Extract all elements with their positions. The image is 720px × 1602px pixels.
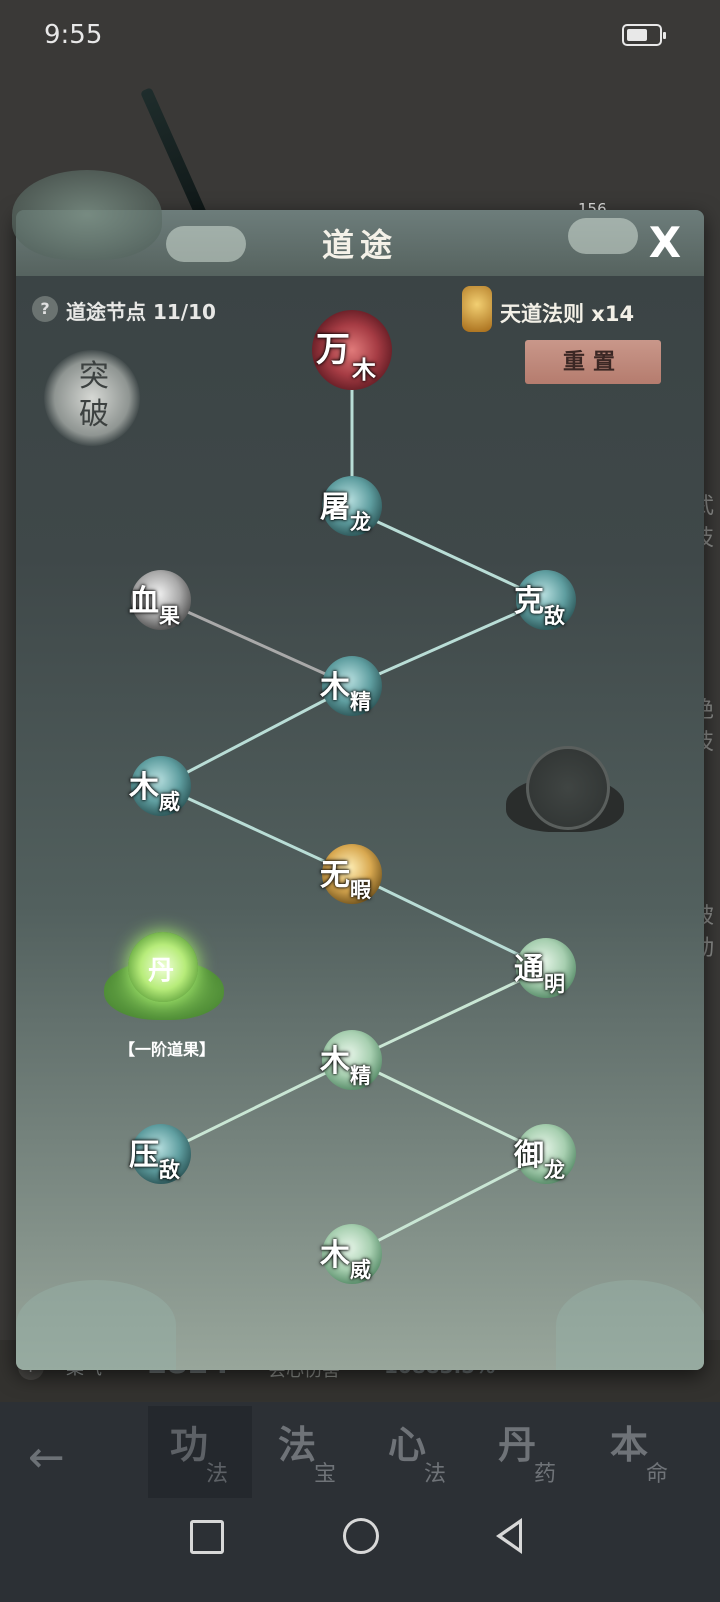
node-kedi[interactable]: 克 敌 [514,570,576,630]
node-yulong[interactable]: 御 龙 [514,1124,576,1184]
node-label: 御 [514,1138,544,1173]
node-label: 压 [129,1138,159,1173]
node-muwei-upper[interactable]: 木 威 [129,756,191,816]
node-label: 克 [514,584,544,619]
node-mujing-upper[interactable]: 木 精 [320,656,382,716]
node-xueguo[interactable]: 血 果 [129,570,191,630]
node-sublabel: 龙 [544,1157,565,1182]
tab-benming[interactable]: 本 命 [588,1406,692,1498]
node-label: 木 [320,1044,350,1079]
nav-back-icon-inner [502,1524,519,1548]
node-sublabel: 敌 [544,603,565,628]
node-label: 万 [316,330,350,370]
fruit-char: 丹 [148,956,175,986]
dao-fruit[interactable]: 丹 [104,930,224,1030]
node-label: 木 [320,670,350,705]
node-sublabel: 龙 [350,509,371,534]
node-wuxia[interactable]: 无 暇 [320,844,382,904]
node-label: 血 [129,584,159,619]
tab-benming-small: 命 [646,1462,669,1487]
tab-benming-big: 本 [610,1422,649,1467]
node-sublabel: 精 [350,1063,371,1088]
empty-slot-circle [526,746,610,830]
node-sublabel: 暇 [350,877,371,902]
node-muwei-lower[interactable]: 木 威 [320,1224,382,1284]
battery-icon [622,24,666,46]
lotus-decoration-icon [12,170,162,260]
tab-gongfa-big: 功 [170,1422,209,1467]
status-bar [0,0,720,72]
node-mujing-lower[interactable]: 木 精 [320,1030,382,1090]
node-tulong[interactable]: 屠 龙 [320,476,382,536]
tab-danyao-small: 药 [534,1462,557,1487]
node-yadi[interactable]: 压 敌 [129,1124,191,1184]
node-label: 木 [129,770,159,805]
node-sublabel: 明 [544,971,565,996]
empty-fruit-slot[interactable] [506,746,624,842]
node-label: 通 [514,952,544,987]
tab-xinfa-big: 心 [388,1422,427,1467]
tab-gongfa[interactable]: 功 法 [148,1406,252,1498]
tab-danyao[interactable]: 丹 药 [476,1406,580,1498]
back-arrow-icon[interactable]: ← [28,1432,65,1483]
cloud-decoration-icon [556,1280,704,1370]
tab-xinfa[interactable]: 心 法 [366,1406,470,1498]
node-sublabel: 威 [159,789,180,814]
tab-fabao[interactable]: 法 宝 [256,1406,360,1498]
node-tongming[interactable]: 通 明 [514,938,576,998]
tab-danyao-big: 丹 [498,1422,537,1467]
node-label: 屠 [320,490,350,525]
node-sublabel: 敌 [159,1157,180,1182]
tab-gongfa-small: 法 [206,1462,229,1487]
home-icon[interactable] [343,1518,379,1554]
node-sublabel: 威 [350,1257,371,1282]
node-label: 木 [320,1238,350,1273]
fruit-label: 【一阶道果】 [118,1040,215,1059]
status-time: 9:55 [44,20,103,50]
tab-fabao-small: 宝 [314,1462,337,1487]
recent-apps-icon[interactable] [190,1520,224,1554]
daotu-dialog: 道途 X ? 道途节点 11/10 天道法则 x14 重置 突破 万 木 屠 龙… [16,210,704,1370]
node-label: 无 [320,858,350,893]
node-sublabel: 木 [352,355,376,384]
tab-xinfa-small: 法 [424,1462,447,1487]
cloud-decoration-icon [16,1280,176,1370]
node-wanmu[interactable]: 万 木 [312,310,392,390]
node-sublabel: 精 [350,689,371,714]
node-sublabel: 果 [159,603,180,628]
tab-fabao-big: 法 [278,1422,317,1467]
